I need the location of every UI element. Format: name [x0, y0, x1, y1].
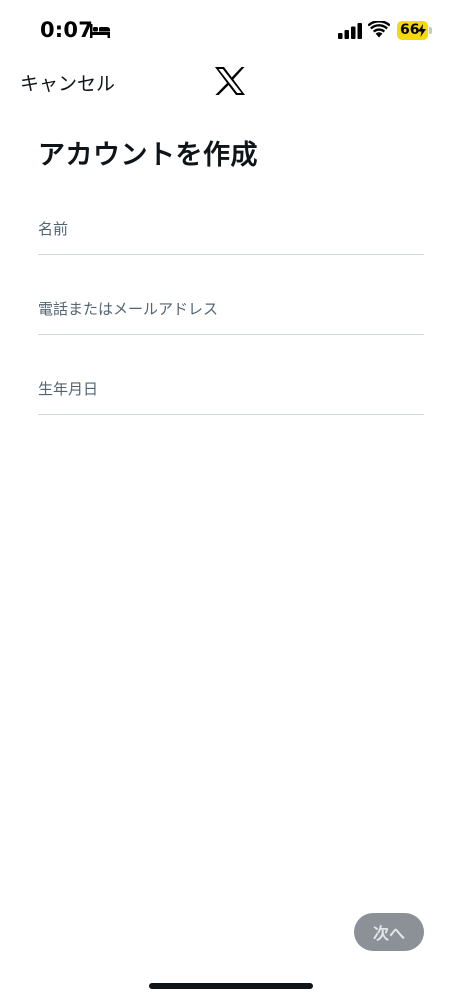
bed-icon [90, 24, 110, 38]
name-field [38, 195, 424, 255]
name-input[interactable] [38, 215, 424, 243]
x-logo-icon [215, 67, 245, 95]
birthday-field [38, 355, 424, 415]
battery-indicator: 66 [397, 21, 428, 40]
status-bar: 0:07 66 [0, 0, 462, 60]
battery-charging-icon [418, 24, 426, 37]
wifi-icon [368, 21, 390, 38]
status-time: 0:07 [40, 18, 94, 42]
contact-field [38, 275, 424, 335]
battery-level: 66 [400, 22, 420, 38]
next-button[interactable]: 次へ [354, 913, 424, 951]
page-title: アカウントを作成 [38, 140, 258, 171]
birthday-input[interactable] [38, 375, 424, 403]
phone-or-email-input[interactable] [38, 295, 424, 323]
home-indicator[interactable] [149, 983, 313, 989]
signal-icon [338, 23, 362, 39]
cancel-button[interactable]: キャンセル [20, 69, 115, 96]
battery-cap [429, 27, 432, 34]
